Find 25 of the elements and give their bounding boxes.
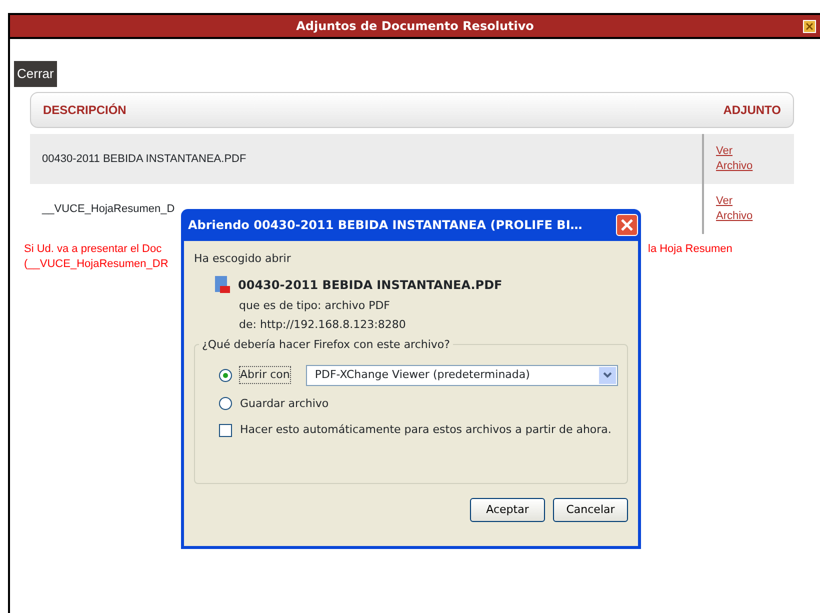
close-button[interactable]: Cerrar (14, 61, 57, 87)
application-dropdown[interactable]: PDF-XChange Viewer (predeterminada) (306, 364, 618, 386)
column-header: DESCRIPCIÓN (43, 102, 126, 119)
notice-text: Si Ud. va a presentar el Doc (24, 242, 163, 257)
window-title: Adjuntos de Documento Resolutivo (296, 18, 534, 35)
accept-button[interactable]: Aceptar (470, 498, 545, 522)
source-url: http://192.168.8.123:8280 (260, 318, 406, 331)
notice-text: la Hoja Resumen (648, 242, 732, 257)
type-label: que es de tipo: (239, 298, 322, 312)
view-file-link[interactable]: Ver Archivo (716, 194, 766, 224)
notice-text: (__VUCE_HojaResumen_DR (24, 258, 168, 270)
type-value: archivo PDF (324, 298, 390, 312)
file-description: __VUCE_HojaResumen_D (42, 202, 175, 217)
from-label: de: (239, 318, 256, 331)
intro-text: Ha escogido abrir (194, 251, 292, 267)
cancel-button[interactable]: Cancelar (553, 498, 628, 522)
option-label[interactable]: Abrir con (240, 366, 290, 384)
option-label[interactable]: Hacer esto automáticamente para estos archivos a partir de ahora. (240, 422, 612, 438)
dialog-title: Abriendo 00430-2011 BEBIDA INSTANTANEA (PROLIFE BI… (188, 217, 582, 234)
option-label[interactable]: Guardar archivo (240, 396, 329, 412)
view-file-link[interactable]: Ver Archivo (716, 144, 766, 174)
file-name: 00430-2011 BEBIDA INSTANTANEA.PDF (238, 276, 502, 294)
file-description: 00430-2011 BEBIDA INSTANTANEA.PDF (42, 152, 246, 167)
column-header: ADJUNTO (723, 102, 781, 119)
group-label: ¿Qué debería hacer Firefox con este archivo? (199, 336, 453, 353)
